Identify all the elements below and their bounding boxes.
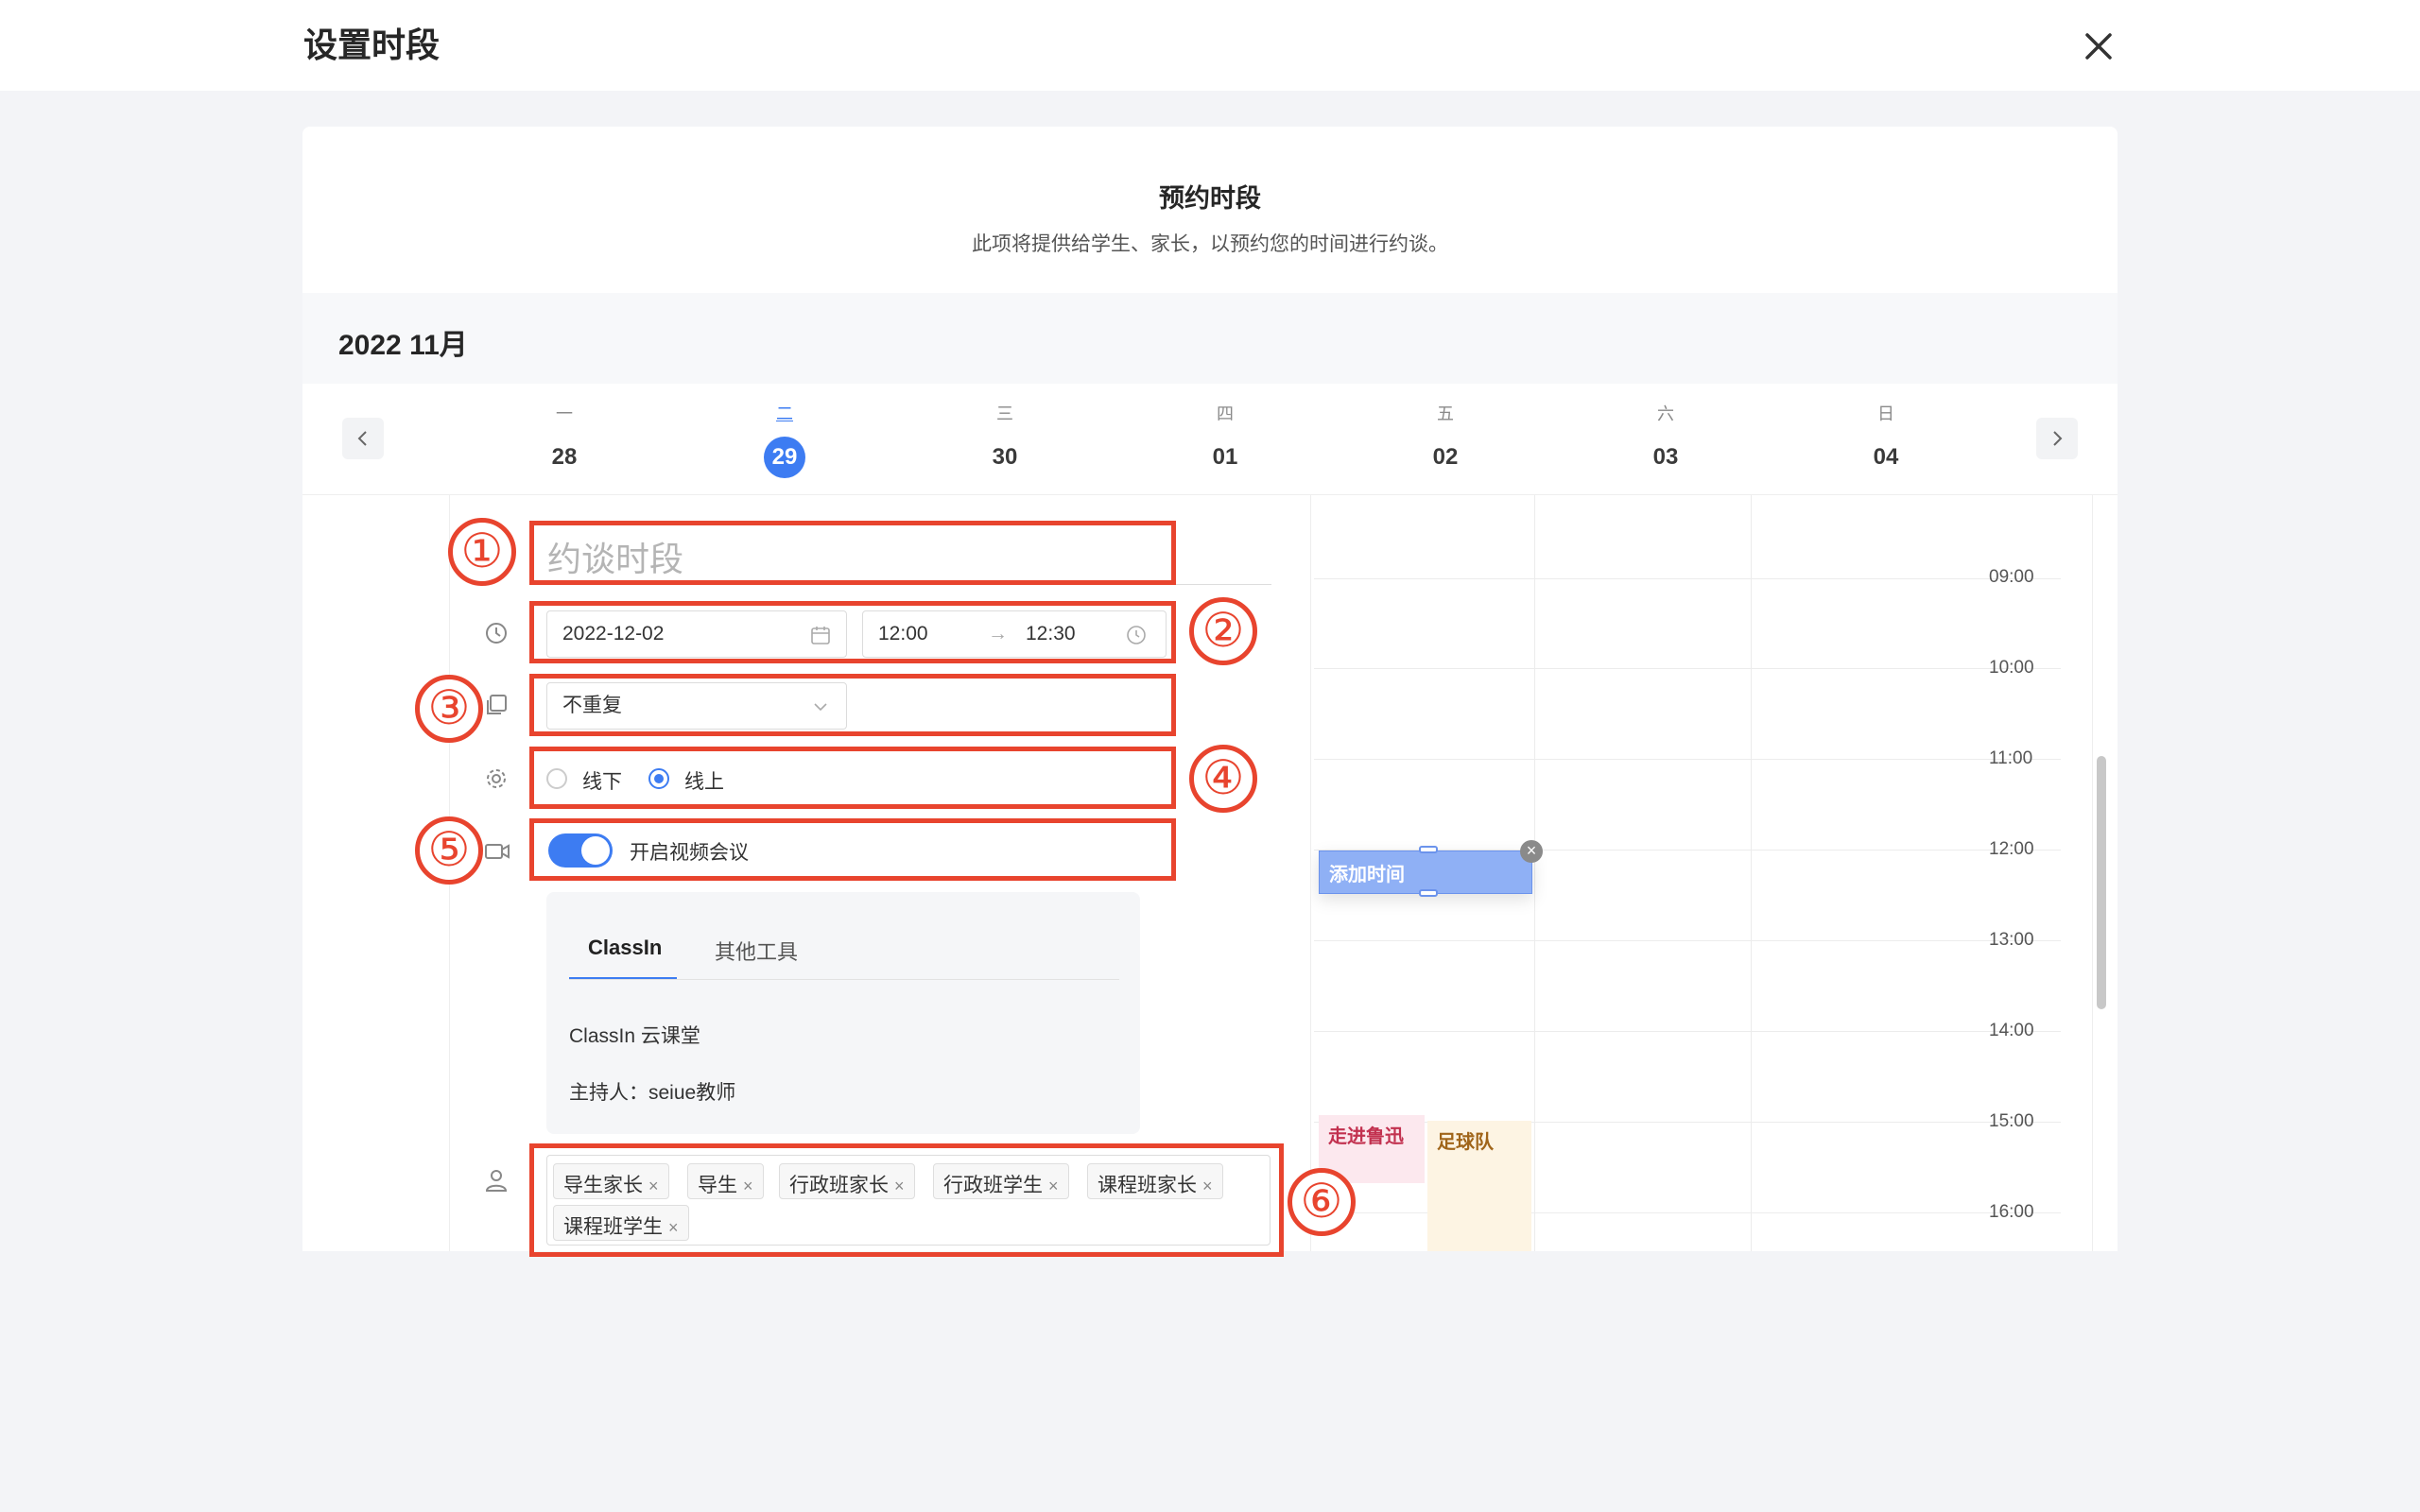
annotation-box-2 xyxy=(529,601,1176,663)
gear-icon xyxy=(484,766,509,791)
time-label: 09:00 xyxy=(1989,567,2034,587)
day-number: 29 xyxy=(764,437,805,478)
weekday-label: 一 xyxy=(556,404,573,423)
time-label: 10:00 xyxy=(1989,658,2034,678)
time-label: 12:00 xyxy=(1989,839,2034,859)
day-number: 28 xyxy=(551,444,578,470)
day-number: 03 xyxy=(1652,444,1679,470)
day-column[interactable]: 日 04 xyxy=(1839,401,1933,478)
user-icon xyxy=(484,1168,509,1193)
time-label: 13:00 xyxy=(1989,930,2034,950)
weekday-label: 三 xyxy=(996,404,1013,423)
annotation-marker-2: ② xyxy=(1189,597,1257,665)
host-label: 主持人：seiue教师 xyxy=(569,1082,736,1104)
day-column[interactable]: 六 03 xyxy=(1618,401,1713,478)
annotation-box-5 xyxy=(529,818,1176,881)
calendar-scrollbar[interactable] xyxy=(2092,495,2109,1251)
chevron-left-icon xyxy=(357,431,367,446)
chevron-right-icon xyxy=(2053,431,2063,446)
day-column[interactable]: 四 01 xyxy=(1178,401,1272,478)
month-bar: 2022 11月 xyxy=(302,293,2118,384)
tab-classin[interactable]: ClassIn xyxy=(588,936,662,960)
dialog-title: 设置时段 xyxy=(303,26,441,64)
annotation-box-4 xyxy=(529,747,1176,809)
card-subtitle: 此项将提供给学生、家长，以预约您的时间进行约谈。 xyxy=(972,233,1448,255)
annotation-marker-5: ⑤ xyxy=(415,816,483,885)
remove-time-icon[interactable]: × xyxy=(1520,840,1543,863)
dialog-header: 设置时段 xyxy=(0,0,2420,91)
weekday-label: 五 xyxy=(1437,404,1454,423)
time-label: 11:00 xyxy=(1989,748,2033,768)
day-number: 02 xyxy=(1432,444,1459,470)
clock-icon xyxy=(484,621,509,645)
close-icon[interactable] xyxy=(2082,29,2116,63)
resize-handle-top[interactable] xyxy=(1419,846,1438,853)
weekday-label: 日 xyxy=(1877,404,1894,423)
add-time-block[interactable]: 添加时间 xyxy=(1319,846,1532,897)
annotation-marker-3: ③ xyxy=(415,675,483,743)
weekday-label: 二 xyxy=(776,404,793,423)
day-column[interactable]: 一 28 xyxy=(517,401,612,478)
annotation-marker-4: ④ xyxy=(1189,745,1257,813)
day-column[interactable]: 五 02 xyxy=(1398,401,1493,478)
time-label: 14:00 xyxy=(1989,1021,2034,1040)
weekday-label: 四 xyxy=(1217,404,1234,423)
meeting-tool-panel: ClassIn 其他工具 ClassIn 云课堂 主持人：seiue教师 xyxy=(546,892,1140,1134)
tab-divider xyxy=(569,979,1119,980)
prev-week-button[interactable] xyxy=(342,418,384,459)
time-label: 15:00 xyxy=(1989,1111,2034,1131)
time-label: 16:00 xyxy=(1989,1202,2034,1222)
tab-other-tools[interactable]: 其他工具 xyxy=(715,936,798,966)
day-column-selected[interactable]: 二 29 xyxy=(737,401,832,478)
event-block[interactable]: 足球队 xyxy=(1427,1121,1531,1251)
annotation-box-3 xyxy=(529,674,1176,736)
next-week-button[interactable] xyxy=(2036,418,2078,459)
day-column[interactable]: 三 30 xyxy=(958,401,1052,478)
resize-handle-bottom[interactable] xyxy=(1419,889,1438,897)
annotation-box-6 xyxy=(529,1143,1284,1257)
add-time-label: 添加时间 xyxy=(1329,865,1405,885)
card-heading: 预约时段 xyxy=(1159,184,1261,213)
video-icon xyxy=(484,839,510,864)
annotation-marker-1: ① xyxy=(448,518,516,586)
day-number: 01 xyxy=(1212,444,1238,470)
annotation-marker-6: ⑥ xyxy=(1288,1168,1356,1236)
annotation-box-1 xyxy=(529,521,1176,585)
card-header: 预约时段 此项将提供给学生、家长，以预约您的时间进行约谈。 xyxy=(302,127,2118,293)
day-number: 30 xyxy=(992,444,1018,470)
month-label: 2022 11月 xyxy=(338,330,468,361)
day-number: 04 xyxy=(1873,444,1899,470)
tool-name: ClassIn 云课堂 xyxy=(569,1025,700,1047)
repeat-icon xyxy=(484,693,509,717)
week-strip: 一 28 二 29 三 30 四 01 五 02 六 03 日 04 xyxy=(302,384,2118,495)
weekday-label: 六 xyxy=(1657,404,1674,423)
